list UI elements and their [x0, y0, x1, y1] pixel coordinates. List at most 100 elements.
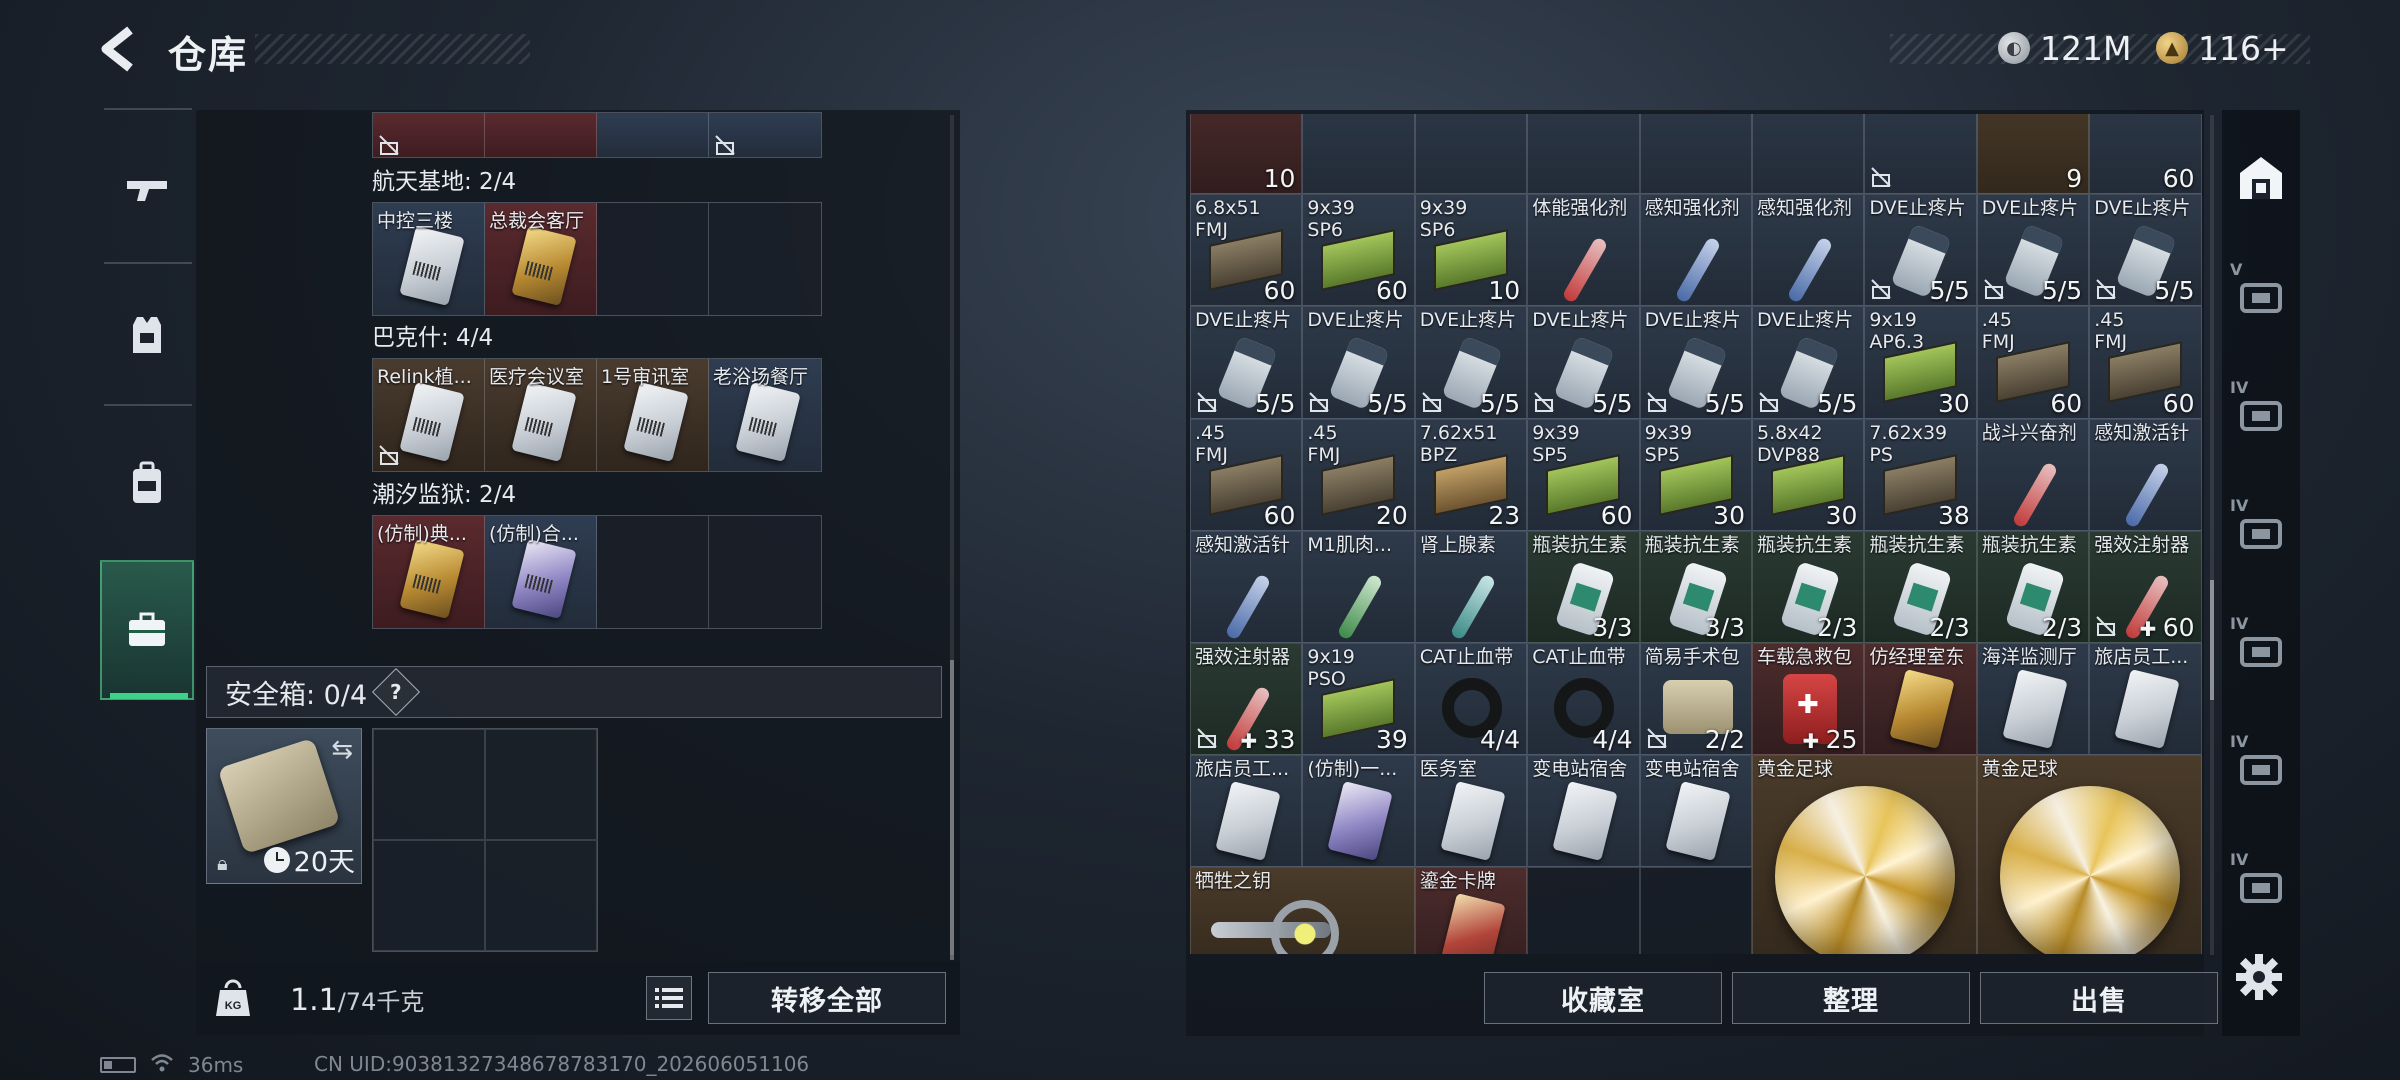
- container-nav-item[interactable]: IV: [2222, 836, 2300, 936]
- list-view-button[interactable]: [646, 976, 692, 1020]
- inventory-item[interactable]: 7.62x39 PS 38: [1864, 418, 1977, 531]
- collection-room-button[interactable]: 收藏室: [1484, 972, 1722, 1024]
- inventory-item[interactable]: DVE止疼片 5/5: [1976, 194, 2090, 307]
- container-nav-item[interactable]: [2222, 128, 2300, 228]
- safe-slot[interactable]: [485, 729, 597, 840]
- inventory-item[interactable]: [1864, 114, 1977, 195]
- sell-button[interactable]: 出售: [1980, 972, 2218, 1024]
- inventory-item[interactable]: 9x19 PSO 39: [1302, 643, 1415, 756]
- inventory-item[interactable]: 强效注射器 33: [1190, 643, 1303, 756]
- inventory-item[interactable]: 强效注射器 60: [2089, 530, 2202, 643]
- nav-item-armor[interactable]: [100, 280, 194, 390]
- inventory-item[interactable]: [1639, 114, 1752, 195]
- inventory-item[interactable]: DVE止疼片 5/5: [1414, 306, 1528, 419]
- inventory-item[interactable]: 医务室: [1414, 755, 1528, 868]
- inventory-item[interactable]: 旅店员工...: [2089, 643, 2202, 756]
- inventory-item[interactable]: .45 FMJ 60: [1190, 418, 1303, 531]
- inventory-item[interactable]: .45 FMJ 60: [2089, 306, 2202, 419]
- key-card-slot[interactable]: 老浴场餐厅: [709, 359, 821, 471]
- nav-item-weapons[interactable]: [100, 134, 194, 244]
- inventory-item[interactable]: 黄金足球: [1752, 755, 1977, 954]
- key-slot[interactable]: [709, 113, 821, 157]
- key-slot[interactable]: [485, 113, 597, 157]
- inventory-item[interactable]: DVE止疼片 5/5: [1864, 194, 1977, 307]
- help-icon[interactable]: ?: [372, 667, 421, 717]
- safe-slot[interactable]: [485, 840, 597, 951]
- key-slot[interactable]: [373, 113, 485, 157]
- inventory-item[interactable]: 车载急救包 25: [1752, 643, 1865, 756]
- inventory-item[interactable]: 旅店员工...: [1190, 755, 1303, 868]
- inventory-scrollbar-thumb[interactable]: [2210, 580, 2214, 700]
- nav-item-storage[interactable]: [100, 560, 194, 700]
- empty-key-slot[interactable]: [709, 203, 821, 315]
- safe-slot[interactable]: [373, 840, 485, 951]
- inventory-item[interactable]: 变电站宿舍: [1639, 755, 1752, 868]
- gear-icon[interactable]: [2234, 952, 2284, 1002]
- inventory-item[interactable]: 7.62x51 BPZ 23: [1414, 418, 1528, 531]
- key-card-slot[interactable]: 总裁会客厅: [485, 203, 597, 315]
- inventory-item[interactable]: 瓶装抗生素 3/3: [1527, 530, 1640, 643]
- transfer-all-button[interactable]: 转移全部: [708, 972, 946, 1024]
- inventory-item[interactable]: 9x39 SP5 60: [1527, 418, 1640, 531]
- inventory-item[interactable]: 变电站宿舍: [1527, 755, 1640, 868]
- inventory-item[interactable]: 海洋监测厅: [1976, 643, 2090, 756]
- inventory-item[interactable]: .45 FMJ 20: [1302, 418, 1415, 531]
- inventory-item[interactable]: DVE止疼片 5/5: [1190, 306, 1303, 419]
- container-nav-item[interactable]: V: [2222, 246, 2300, 346]
- inventory-item[interactable]: DVE止疼片 5/5: [2089, 194, 2202, 307]
- key-card-slot[interactable]: (仿制)合...: [485, 516, 597, 628]
- inventory-item[interactable]: [1752, 114, 1865, 195]
- safe-slot[interactable]: [373, 729, 485, 840]
- key-card-slot[interactable]: 医疗会议室: [485, 359, 597, 471]
- container-nav-item[interactable]: IV: [2222, 718, 2300, 818]
- inventory-item[interactable]: 9x19 AP6.3 30: [1864, 306, 1977, 419]
- inventory-item[interactable]: [1527, 114, 1640, 195]
- container-nav-item[interactable]: IV: [2222, 600, 2300, 700]
- inventory-item[interactable]: .45 FMJ 60: [1976, 306, 2090, 419]
- inventory-item[interactable]: DVE止疼片 5/5: [1639, 306, 1752, 419]
- inventory-item[interactable]: 体能强化剂: [1527, 194, 1640, 307]
- container-nav-item[interactable]: IV: [2222, 364, 2300, 464]
- inventory-item[interactable]: 战斗兴奋剂: [1976, 418, 2090, 531]
- key-slot[interactable]: [597, 113, 709, 157]
- gold-currency[interactable]: ▲ 116+: [2156, 26, 2289, 70]
- inventory-item[interactable]: 感知激活针: [2089, 418, 2202, 531]
- inventory-item[interactable]: 9x39 SP5 30: [1639, 418, 1752, 531]
- organize-button[interactable]: 整理: [1732, 972, 1970, 1024]
- inventory-item[interactable]: DVE止疼片 5/5: [1302, 306, 1415, 419]
- inventory-item[interactable]: 感知激活针: [1190, 530, 1303, 643]
- empty-inventory-slot[interactable]: [1639, 867, 1752, 954]
- inventory-item[interactable]: 仿经理室东: [1864, 643, 1977, 756]
- inventory-item[interactable]: 9x39 SP6 60: [1302, 194, 1415, 307]
- inventory-item[interactable]: 感知强化剂: [1639, 194, 1752, 307]
- inventory-item[interactable]: 牺牲之钥: [1190, 867, 1415, 954]
- inventory-item[interactable]: 肾上腺素: [1414, 530, 1528, 643]
- empty-key-slot[interactable]: [597, 203, 709, 315]
- inventory-item[interactable]: 瓶装抗生素 3/3: [1639, 530, 1752, 643]
- key-card-slot[interactable]: 中控三楼: [373, 203, 485, 315]
- inventory-item[interactable]: 60: [2089, 114, 2202, 195]
- inventory-item[interactable]: 5.8x42 DVP88 30: [1752, 418, 1865, 531]
- container-nav-item[interactable]: IV: [2222, 482, 2300, 582]
- inventory-item[interactable]: 简易手术包 2/2: [1639, 643, 1752, 756]
- inventory-item[interactable]: [1414, 114, 1528, 195]
- inventory-item[interactable]: 瓶装抗生素 2/3: [1976, 530, 2090, 643]
- empty-key-slot[interactable]: [597, 516, 709, 628]
- inventory-item[interactable]: DVE止疼片 5/5: [1752, 306, 1865, 419]
- empty-key-slot[interactable]: [709, 516, 821, 628]
- inventory-item[interactable]: 鎏金卡牌: [1414, 867, 1528, 954]
- swap-icon[interactable]: ⇆: [331, 735, 353, 765]
- inventory-item[interactable]: (仿制)一...: [1302, 755, 1415, 868]
- inventory-item[interactable]: CAT止血带 4/4: [1527, 643, 1640, 756]
- back-icon[interactable]: [96, 24, 146, 74]
- inventory-item[interactable]: 感知强化剂: [1752, 194, 1865, 307]
- nav-item-backpack[interactable]: [100, 428, 194, 538]
- inventory-scrollbar[interactable]: [2210, 115, 2214, 955]
- left-scrollbar-thumb[interactable]: [950, 660, 954, 960]
- inventory-item[interactable]: M1肌肉...: [1302, 530, 1415, 643]
- inventory-item[interactable]: 黄金足球: [1976, 755, 2202, 954]
- inventory-item[interactable]: DVE止疼片 5/5: [1527, 306, 1640, 419]
- silver-currency[interactable]: ◐ 121M: [1998, 26, 2131, 70]
- inventory-item[interactable]: 10: [1190, 114, 1303, 195]
- key-card-slot[interactable]: 1号审讯室: [597, 359, 709, 471]
